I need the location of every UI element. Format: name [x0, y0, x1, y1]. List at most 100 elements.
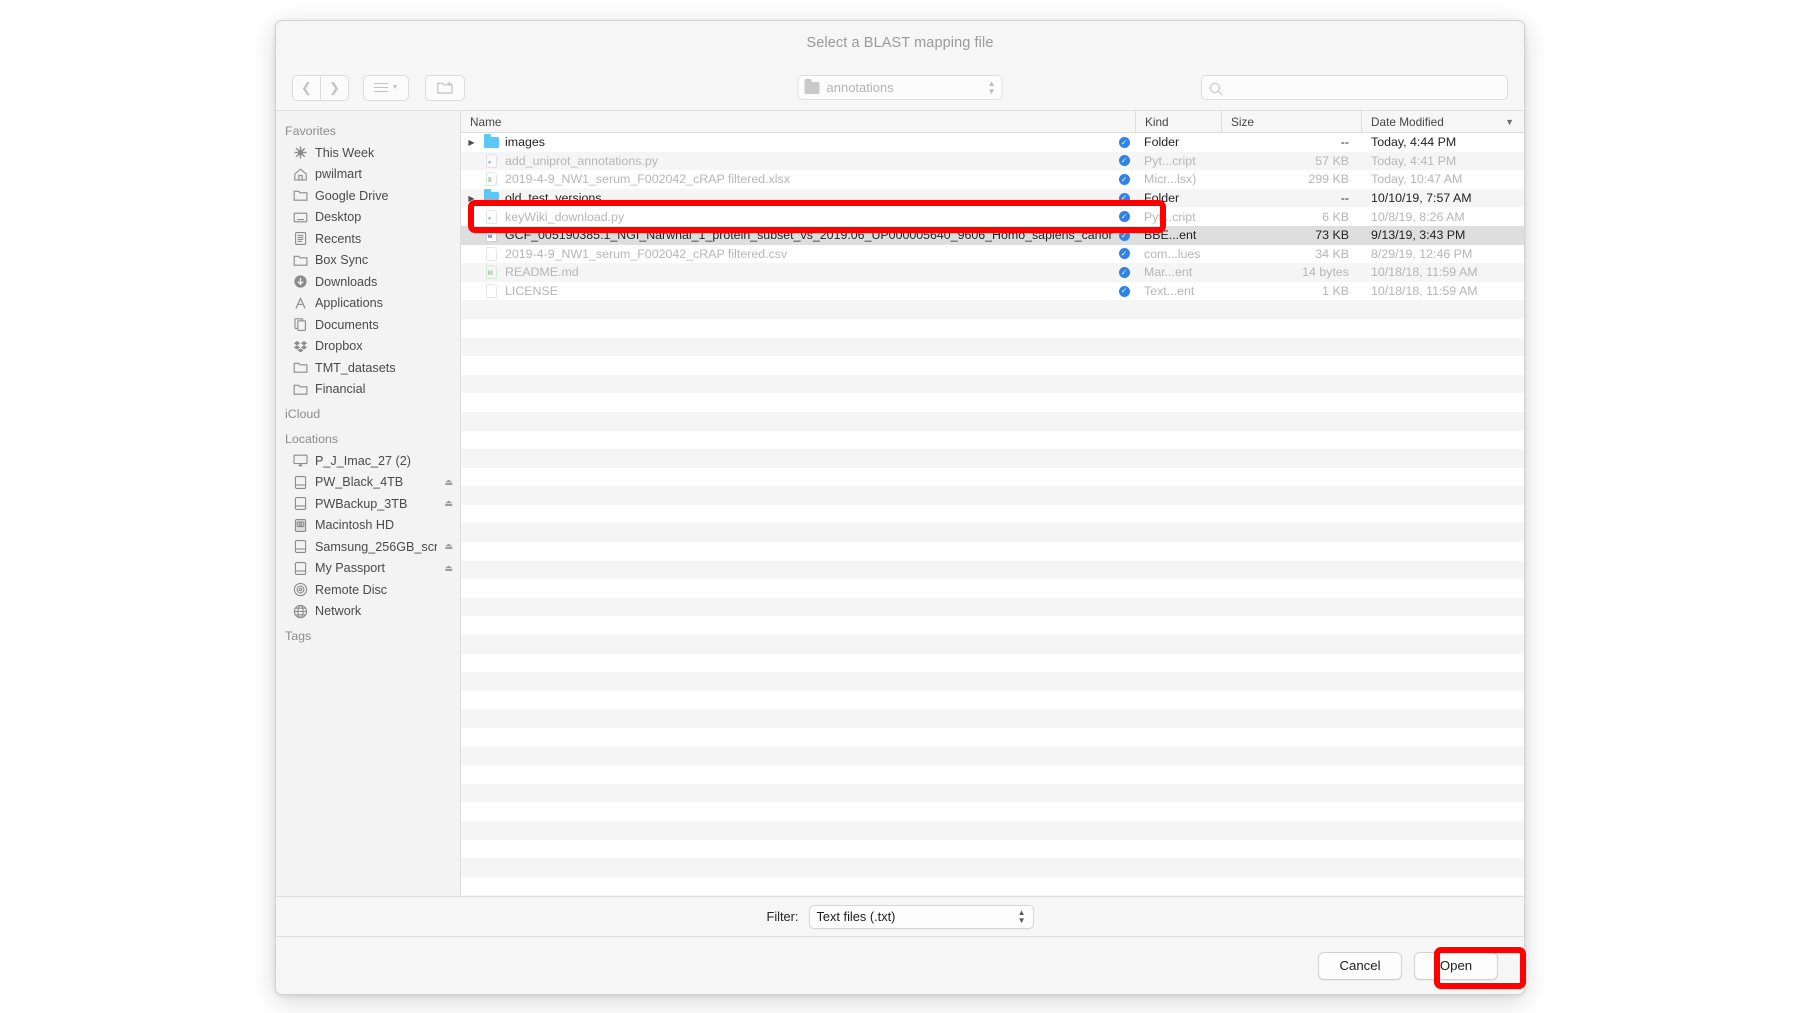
folder-icon — [293, 253, 308, 268]
sidebar-section-header: Locations — [285, 432, 339, 446]
forward-button[interactable]: ❯ — [320, 74, 349, 101]
disclosure-triangle-icon[interactable]: ▶ — [465, 194, 478, 203]
file-name-cell: LICENSE — [461, 282, 1113, 301]
sidebar-item-desktop[interactable]: Desktop — [276, 207, 460, 229]
sidebar-item-pwilmart[interactable]: pwilmart — [276, 164, 460, 186]
column-header-date-label: Date Modified — [1371, 114, 1444, 129]
downloads-icon — [293, 274, 308, 289]
file-list-pane: Name Kind Size Date Modified ▼ ▶ images ✓ F… — [461, 111, 1524, 896]
table-row[interactable]: 2019-4-9_NW1_serum_F002042_cRAP filtered… — [461, 245, 1524, 264]
eject-icon[interactable]: ⏏ — [444, 477, 453, 488]
sidebar-item-samsung-256gb-scratch[interactable]: Samsung_256GB_scratch ⏏ — [276, 536, 460, 558]
sidebar-item-pw-black-4tb[interactable]: PW_Black_4TB ⏏ — [276, 472, 460, 494]
sidebar[interactable]: Favorites This Week pwilmart Google Drive De… — [276, 111, 461, 896]
sidebar-item-macintosh-hd[interactable]: Macintosh HD — [276, 515, 460, 537]
file-list-rows[interactable]: ▶ images ✓ Folder -- Today, 4:44 PM ● add_unipr… — [461, 133, 1524, 896]
cancel-button[interactable]: Cancel — [1318, 951, 1402, 980]
table-row-empty — [461, 877, 1524, 896]
dialog-body: Favorites This Week pwilmart Google Drive De… — [276, 110, 1524, 896]
eject-icon[interactable]: ⏏ — [444, 498, 453, 509]
table-row-empty — [461, 709, 1524, 728]
column-header-name[interactable]: Name — [461, 111, 1135, 132]
dialog-title: Select a BLAST mapping file — [806, 35, 994, 51]
sidebar-item-p-j-imac-27-2[interactable]: P_J_Imac_27 (2) — [276, 450, 460, 472]
table-row-empty — [461, 393, 1524, 412]
stepper-icon: ▲ ▼ — [1017, 908, 1026, 925]
sidebar-item-label: This Week — [315, 145, 375, 160]
file-name-cell: ▶ images — [461, 133, 1113, 152]
file-kind-cell: BBE...ent — [1144, 228, 1197, 243]
sidebar-item-documents[interactable]: Documents — [276, 314, 460, 336]
file-size-cell: -- — [1340, 191, 1349, 206]
file-date-cell: 10/10/19, 7:57 AM — [1371, 191, 1472, 206]
sync-status-cell: ✓ — [1113, 189, 1135, 208]
documents-icon — [293, 317, 308, 332]
sidebar-item-remote-disc[interactable]: Remote Disc — [276, 579, 460, 601]
eject-icon[interactable]: ⏏ — [444, 563, 453, 574]
view-mode-button[interactable]: ▼ — [363, 74, 409, 101]
sync-status-cell: ✓ — [1113, 245, 1135, 264]
sidebar-section-header: Tags — [285, 629, 312, 643]
table-row[interactable]: ▶ images ✓ Folder -- Today, 4:44 PM — [461, 133, 1524, 152]
file-size-cell: -- — [1340, 135, 1349, 150]
table-row[interactable]: LICENSE ✓ Text...ent 1 KB 10/18/18, 11:59 AM — [461, 282, 1524, 301]
table-row[interactable]: ● add_uniprot_annotations.py ✓ Pyt...cript 5… — [461, 151, 1524, 171]
column-header-date-modified[interactable]: Date Modified ▼ — [1361, 111, 1524, 132]
file-name-label: README.md — [505, 265, 579, 280]
table-row-empty — [461, 895, 1524, 896]
file-date-cell: Today, 4:41 PM — [1371, 153, 1457, 168]
cloud-synced-check-icon: ✓ — [1118, 155, 1130, 167]
filter-dropdown[interactable]: Text files (.txt) ▲ ▼ — [808, 904, 1034, 929]
recents-icon — [293, 231, 308, 246]
sync-status-cell: ✓ — [1113, 133, 1135, 152]
sidebar-item-label: Remote Disc — [315, 582, 388, 597]
sidebar-item-this-week[interactable]: This Week — [276, 142, 460, 164]
file-name-label: keyWiki_download.py — [505, 209, 625, 224]
folder-icon — [293, 382, 308, 397]
search-input[interactable] — [1226, 80, 1499, 95]
sidebar-item-financial[interactable]: Financial — [276, 379, 460, 401]
sidebar-section-header: iCloud — [285, 407, 321, 421]
new-folder-button[interactable] — [425, 74, 465, 101]
sidebar-item-recents[interactable]: Recents — [276, 228, 460, 250]
file-kind-cell: com...lues — [1144, 246, 1201, 261]
sidebar-item-tmt-datasets[interactable]: TMT_datasets — [276, 357, 460, 379]
sidebar-item-pwbackup-3tb[interactable]: PWBackup_3TB ⏏ — [276, 493, 460, 515]
table-row[interactable]: ● keyWiki_download.py ✓ Pyt...cript 6 KB 10/8… — [461, 207, 1524, 226]
column-header-kind[interactable]: Kind — [1135, 111, 1221, 132]
file-list-header: Name Kind Size Date Modified ▼ — [461, 111, 1524, 133]
markdown-file-icon: M — [485, 265, 498, 280]
sidebar-item-applications[interactable]: Applications — [276, 293, 460, 315]
sidebar-item-box-sync[interactable]: Box Sync — [276, 250, 460, 272]
sidebar-item-label: pwilmart — [315, 167, 362, 182]
path-popup-button[interactable]: annotations ▲ ▼ — [797, 75, 1003, 100]
search-field[interactable] — [1201, 75, 1508, 100]
file-kind-cell: Text...ent — [1144, 284, 1195, 299]
sync-status-cell: ✓ — [1113, 207, 1135, 226]
eject-icon[interactable]: ⏏ — [444, 541, 453, 552]
home-icon — [293, 167, 308, 182]
sidebar-item-network[interactable]: Network — [276, 601, 460, 623]
table-row[interactable]: ▶ old_test_versions ✓ Folder -- 10/10/19, 7:5… — [461, 188, 1524, 208]
table-row[interactable]: X 2019-4-9_NW1_serum_F002042_cRAP filtere… — [461, 170, 1524, 189]
table-row[interactable]: M README.md ✓ Mar...ent 14 bytes 10/18/18, 11… — [461, 263, 1524, 282]
sidebar-item-google-drive[interactable]: Google Drive — [276, 185, 460, 207]
sidebar-item-downloads[interactable]: Downloads — [276, 271, 460, 293]
open-button[interactable]: Open — [1414, 951, 1498, 980]
cloud-synced-check-icon: ✓ — [1118, 136, 1130, 148]
disclosure-triangle-icon[interactable]: ▶ — [465, 138, 478, 147]
back-button[interactable]: ❮ — [292, 74, 321, 101]
sidebar-item-dropbox[interactable]: Dropbox — [276, 336, 460, 358]
sidebar-item-my-passport[interactable]: My Passport ⏏ — [276, 558, 460, 580]
dropbox-icon — [293, 339, 308, 354]
search-icon — [1210, 82, 1220, 93]
file-name-label: old_test_versions — [505, 191, 602, 206]
doc-file-icon — [485, 284, 498, 299]
chevron-left-icon: ❮ — [301, 80, 312, 95]
file-name-cell: w GCF_005190385.1_NGI_Narwhal_1_protein_s… — [461, 226, 1113, 245]
file-picker-dialog: Select a BLAST mapping file ❮ ❯ ▼ annota… — [275, 20, 1525, 995]
blue-folder-icon — [484, 189, 499, 204]
table-row[interactable]: w GCF_005190385.1_NGI_Narwhal_1_protein_s… — [461, 225, 1524, 245]
table-row-empty — [461, 542, 1524, 561]
column-header-size[interactable]: Size — [1221, 111, 1361, 132]
